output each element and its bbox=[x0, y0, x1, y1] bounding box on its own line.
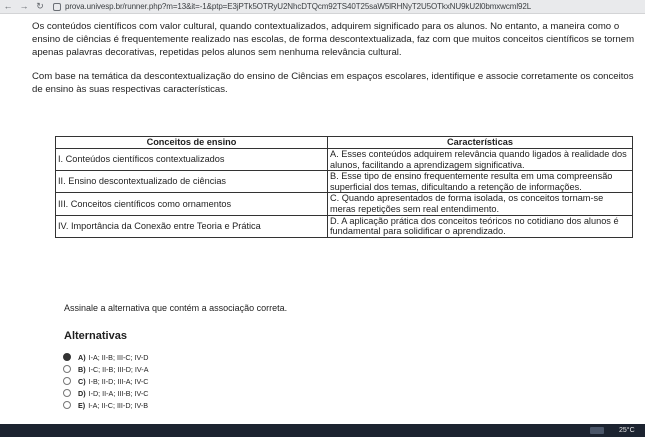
alternatives-title: Alternativas bbox=[64, 330, 127, 342]
option-text: I-A; II-B; III-C; IV-D bbox=[88, 352, 149, 362]
option-letter: D) bbox=[78, 388, 86, 398]
table-header-row: Conceitos de ensino Características bbox=[55, 136, 633, 149]
option-text: I-A; II-C; III-D; IV-B bbox=[88, 400, 149, 410]
instruction-text: Assinale a alternativa que contém a asso… bbox=[64, 303, 288, 313]
option-c[interactable]: C) I-B; II-D; III-A; IV-C bbox=[63, 375, 149, 387]
table-row: III. Conceitos científicos como ornament… bbox=[55, 192, 633, 216]
temperature-text[interactable]: 25°C bbox=[619, 424, 635, 437]
option-d[interactable]: D) I-D; II-A; III-B; IV-C bbox=[63, 387, 149, 399]
association-table: Conceitos de ensino Características I. C… bbox=[55, 136, 633, 238]
concept-cell: III. Conceitos científicos como ornament… bbox=[55, 192, 328, 216]
option-letter: E) bbox=[78, 400, 86, 410]
characteristic-cell: C. Quando apresentados de forma isolada,… bbox=[327, 192, 633, 216]
option-letter: A) bbox=[78, 352, 86, 362]
weather-icon[interactable] bbox=[590, 427, 604, 434]
question-text: Os conteúdos científicos com valor cultu… bbox=[32, 20, 640, 96]
radio-button[interactable] bbox=[63, 377, 71, 385]
concept-cell: I. Conteúdos científicos contextualizado… bbox=[55, 147, 328, 172]
question-paragraph-2: Com base na temática da descontextualiza… bbox=[32, 70, 634, 95]
header-characteristics: Características bbox=[327, 136, 633, 149]
taskbar: 25°C bbox=[0, 424, 645, 437]
header-concepts: Conceitos de ensino bbox=[55, 136, 328, 149]
option-text: I-B; II-D; III-A; IV-C bbox=[88, 376, 149, 386]
option-text: I-C; II-B; III-D; IV-A bbox=[88, 364, 149, 374]
radio-button[interactable] bbox=[63, 401, 71, 409]
arrow-right-icon[interactable]: → bbox=[16, 0, 32, 13]
reload-icon[interactable]: ↻ bbox=[32, 0, 48, 13]
question-paragraph-1: Os conteúdos científicos com valor cultu… bbox=[32, 21, 635, 59]
table-row: II. Ensino descontextualizado de ciência… bbox=[55, 170, 633, 194]
option-a[interactable]: A) I-A; II-B; III-C; IV-D bbox=[63, 351, 149, 363]
table-row: IV. Importância da Conexão entre Teoria … bbox=[55, 214, 633, 238]
site-info-icon[interactable] bbox=[53, 2, 61, 11]
table-row: I. Conteúdos científicos contextualizado… bbox=[55, 147, 633, 172]
address-bar[interactable]: prova.univesp.br/runner.php?m=13&it=-1&p… bbox=[65, 0, 531, 13]
characteristic-cell: B. Esse tipo de ensino frequentemente re… bbox=[327, 170, 633, 194]
concept-cell: IV. Importância da Conexão entre Teoria … bbox=[55, 214, 328, 238]
radio-button[interactable] bbox=[63, 365, 71, 373]
concept-cell: II. Ensino descontextualizado de ciência… bbox=[55, 170, 328, 194]
alternatives-list: A) I-A; II-B; III-C; IV-D B) I-C; II-B; … bbox=[63, 351, 149, 411]
radio-button[interactable] bbox=[63, 389, 71, 397]
radio-button-selected[interactable] bbox=[63, 353, 71, 361]
option-e[interactable]: E) I-A; II-C; III-D; IV-B bbox=[63, 399, 149, 411]
characteristic-cell: D. A aplicação prática dos conceitos teó… bbox=[327, 214, 633, 238]
option-letter: C) bbox=[78, 376, 86, 386]
option-text: I-D; II-A; III-B; IV-C bbox=[88, 388, 149, 398]
characteristic-cell: A. Esses conteúdos adquirem relevância q… bbox=[327, 147, 633, 172]
option-b[interactable]: B) I-C; II-B; III-D; IV-A bbox=[63, 363, 149, 375]
browser-toolbar: ← → ↻ prova.univesp.br/runner.php?m=13&i… bbox=[0, 0, 645, 14]
arrow-left-icon[interactable]: ← bbox=[0, 0, 16, 13]
option-letter: B) bbox=[78, 364, 86, 374]
